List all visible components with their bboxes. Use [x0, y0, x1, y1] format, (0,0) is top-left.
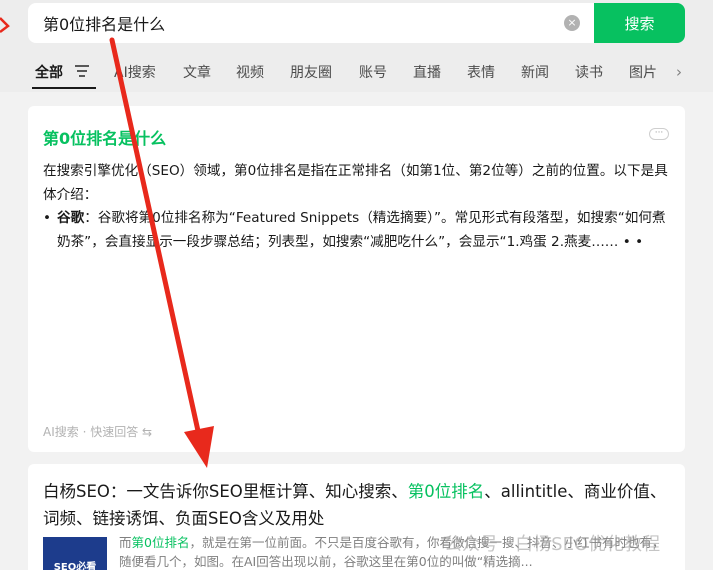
- filter-icon[interactable]: [75, 65, 89, 77]
- ai-answer-title: 第0位排名是什么: [43, 129, 167, 148]
- tab-images[interactable]: 图片: [629, 62, 657, 82]
- tab-stickers[interactable]: 表情: [467, 62, 495, 82]
- tab-moments[interactable]: 朋友圈: [290, 62, 332, 82]
- ai-answer-card[interactable]: 第0位排名是什么 ··· 在搜索引擎优化（SEO）领域，第0位排名是指在正常排名…: [28, 106, 685, 452]
- active-tab-indicator: [32, 87, 96, 89]
- snippet-prefix: 而: [119, 535, 132, 550]
- thumbnail-text: SEO必看: [53, 562, 97, 570]
- result-title[interactable]: 白杨SEO：一文告诉你SEO里框计算、知心搜索、第0位排名、allintitle…: [43, 478, 673, 532]
- watermark: 公众号 · 白杨SEO优化教程: [444, 534, 661, 555]
- tab-books[interactable]: 读书: [575, 62, 603, 82]
- more-options-icon[interactable]: ···: [649, 128, 669, 140]
- result-thumbnail[interactable]: SEO必看: [43, 537, 107, 570]
- tab-videos[interactable]: 视频: [236, 62, 264, 82]
- tab-accounts[interactable]: 账号: [359, 62, 387, 82]
- result-title-prefix: 白杨SEO：一文告诉你SEO里框计算、知心搜索、: [43, 482, 408, 501]
- ai-answer-bullet: • 谷歌：谷歌将第0位排名称为“Featured Snippets（精选摘要）”…: [43, 207, 673, 254]
- search-query-text: 第0位排名是什么: [43, 15, 166, 34]
- tab-live[interactable]: 直播: [413, 62, 441, 82]
- bullet-text: ：谷歌将第0位排名称为“Featured Snippets（精选摘要）”。常见形…: [57, 210, 666, 250]
- back-arrow-icon[interactable]: [0, 14, 14, 34]
- loading-dots: • •: [622, 233, 644, 250]
- bullet-label: 谷歌: [57, 210, 85, 226]
- search-tabs: 全部 AI搜索 文章 视频 朋友圈 账号 直播 表情 新闻 读书 图片 ›: [0, 50, 713, 92]
- search-input[interactable]: 第0位排名是什么 ×: [28, 3, 594, 43]
- ai-answer-footer[interactable]: AI搜索 · 快速回答 ⇆: [43, 423, 152, 440]
- clear-icon[interactable]: ×: [564, 15, 580, 31]
- search-bar: 第0位排名是什么 × 搜索: [0, 0, 713, 50]
- snippet-highlight: 第0位排名: [131, 535, 190, 550]
- ai-answer-body: 在搜索引擎优化（SEO）领域，第0位排名是指在正常排名（如第1位、第2位等）之前…: [43, 160, 673, 254]
- tab-articles[interactable]: 文章: [183, 62, 211, 82]
- chevron-right-icon[interactable]: ›: [676, 63, 682, 81]
- tab-news[interactable]: 新闻: [521, 62, 549, 82]
- bullet-dot-icon: •: [43, 210, 52, 226]
- tab-all[interactable]: 全部: [35, 62, 63, 82]
- search-button[interactable]: 搜索: [594, 3, 685, 43]
- result-title-highlight: 第0位排名: [407, 482, 485, 501]
- ai-answer-paragraph: 在搜索引擎优化（SEO）领域，第0位排名是指在正常排名（如第1位、第2位等）之前…: [43, 163, 668, 203]
- tab-ai-search[interactable]: AI搜索: [114, 62, 156, 82]
